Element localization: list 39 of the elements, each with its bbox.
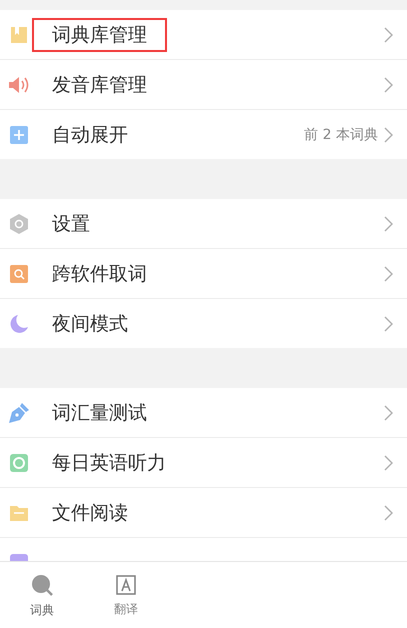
chevron-icon	[384, 454, 393, 470]
folder-icon	[9, 504, 29, 522]
chevron-icon	[384, 126, 393, 142]
menu-row[interactable]: 跨软件取词	[0, 249, 407, 299]
menu-row[interactable]: 每日英语听力	[0, 438, 407, 488]
menu-label: 自动展开	[51, 122, 129, 148]
chevron-icon	[384, 504, 393, 520]
menu-label: 文件阅读	[51, 500, 129, 526]
chevron-icon	[384, 404, 393, 420]
search-icon	[9, 264, 29, 284]
moon-icon	[9, 314, 29, 334]
menu-label: 词汇量测试	[51, 400, 148, 426]
menu-value: 前 2 本词典	[304, 126, 378, 144]
chevron-icon	[384, 266, 393, 282]
menu-label: 夜间模式	[51, 312, 129, 336]
menu-row[interactable]: 词汇量测试	[0, 388, 407, 438]
chevron-icon	[384, 316, 393, 332]
chevron-icon	[384, 216, 393, 232]
menu-label: 设置	[51, 212, 91, 236]
chevron-icon	[384, 76, 393, 92]
tab[interactable]: 翻译	[84, 562, 168, 628]
menu-row[interactable]: 词典库管理	[0, 10, 407, 60]
menu-label: 发音库管理	[51, 72, 148, 98]
hexagon-icon	[9, 212, 29, 234]
plus-icon	[9, 124, 29, 144]
menu-row[interactable]: 自动展开 前 2 本词典	[0, 110, 407, 159]
menu-row[interactable]: 发音库管理	[0, 60, 407, 110]
menu-row[interactable]: 设置	[0, 199, 407, 249]
menu-row[interactable]: 夜间模式	[0, 299, 407, 348]
speaker-icon	[8, 74, 30, 94]
tab[interactable]: 词典	[0, 562, 84, 628]
menu-row[interactable]: 文件阅读	[0, 488, 407, 538]
menu-label: 跨软件取词	[51, 262, 148, 286]
translate-icon	[114, 572, 138, 596]
menu-label: 词典库管理	[32, 18, 167, 52]
book-icon	[9, 24, 29, 44]
chevron-icon	[384, 26, 393, 42]
menu-label: 每日英语听力	[51, 450, 167, 476]
pen-icon	[8, 402, 30, 424]
